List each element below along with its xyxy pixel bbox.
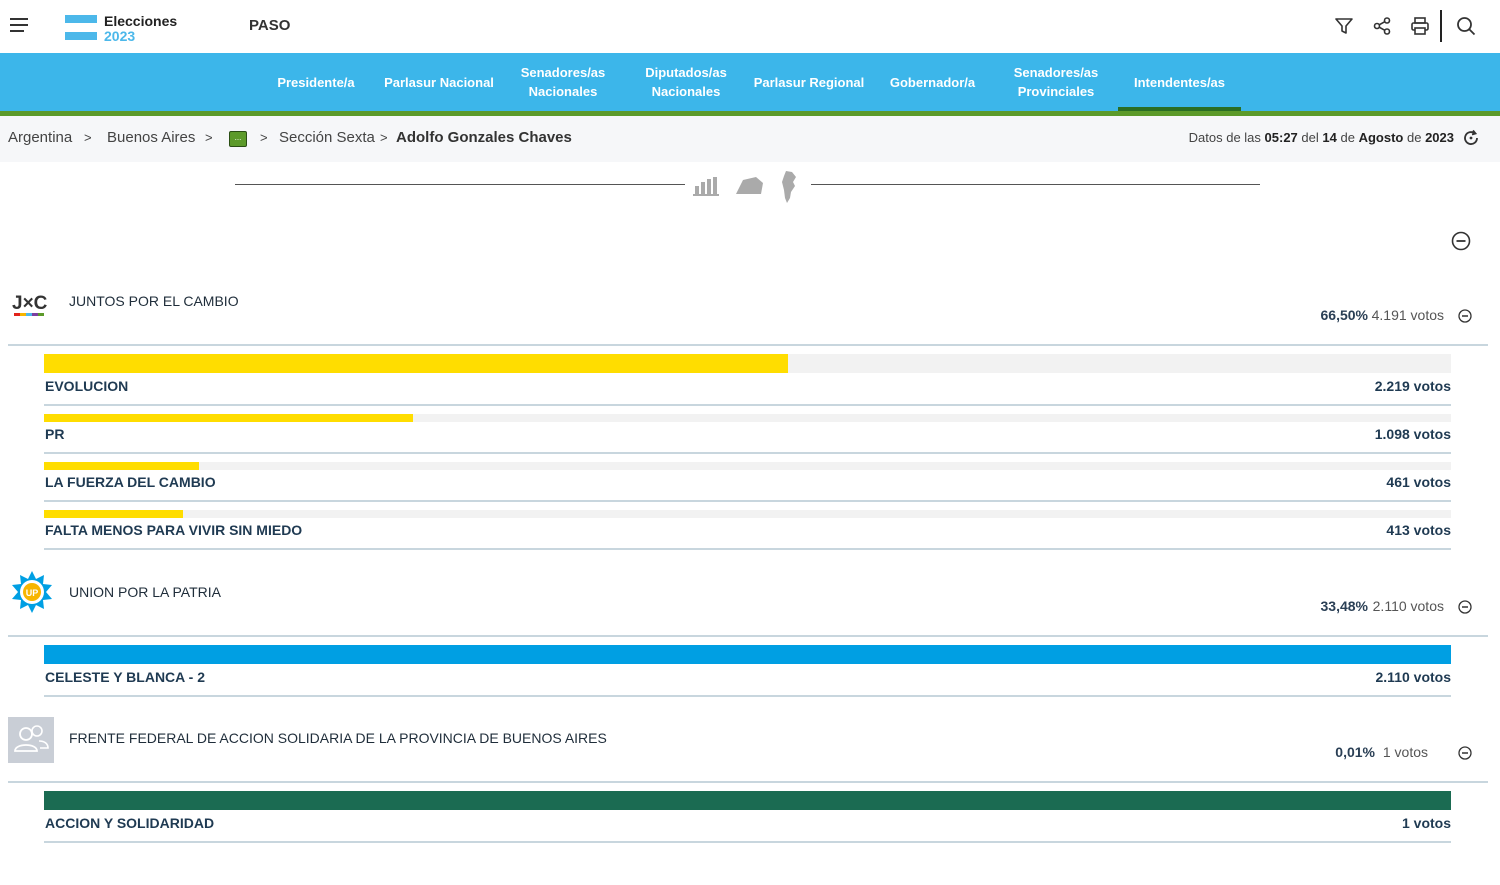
filter-icon[interactable] (1330, 12, 1358, 40)
top-bar: Elecciones 2023 PASO (0, 0, 1500, 53)
list-bar-fill (44, 462, 199, 470)
breadcrumb-collapsed-button[interactable]: ... (229, 131, 247, 147)
list-name: CELESTE Y BLANCA - 2 (45, 669, 205, 685)
list-bar-fill (44, 510, 184, 518)
breadcrumb-argentina[interactable]: Argentina (8, 129, 72, 146)
flag-icon (65, 15, 97, 41)
list-name: FALTA MENOS PARA VIVIR SIN MIEDO (45, 522, 303, 538)
party-votes: 2.110 votos (1372, 598, 1444, 614)
update-text: de (1406, 130, 1422, 145)
list-bar-fill (44, 645, 1451, 664)
list-bar-track (44, 510, 1451, 518)
party-percent: 33,48% (1320, 598, 1368, 614)
jxc-logo: J×C (10, 285, 54, 329)
search-icon[interactable] (1452, 12, 1480, 40)
list-bar-fill (44, 791, 1451, 810)
people-placeholder-icon (8, 717, 54, 763)
breadcrumb-buenos-aires[interactable]: Buenos Aires (107, 129, 195, 146)
party-name: UNION POR LA PATRIA (69, 584, 221, 600)
toolbar-divider (1440, 10, 1442, 42)
breadcrumb-separator: > (84, 130, 92, 145)
party-votes: 4.191 votos (1371, 307, 1444, 323)
update-text: del (1301, 130, 1319, 145)
collapse-party-icon[interactable] (1458, 746, 1472, 760)
breadcrumb-current: Adolfo Gonzales Chaves (396, 129, 572, 146)
tab-senadores-nacionales[interactable]: Senadores/as Nacionales (509, 53, 617, 111)
tab-presidente[interactable]: Presidente/a (266, 53, 366, 111)
party-name: JUNTOS POR EL CAMBIO (69, 293, 239, 309)
update-timestamp: Datos de las 05:27 del 14 de Agosto de 2… (1189, 130, 1454, 145)
update-year: 2023 (1425, 130, 1454, 145)
share-icon[interactable] (1368, 12, 1396, 40)
divider-line (235, 184, 685, 185)
breadcrumb-separator: > (380, 130, 388, 145)
list-votes: 2.219 votos (1374, 378, 1451, 394)
update-time: 05:27 (1264, 130, 1298, 145)
collapse-party-icon[interactable] (1458, 600, 1472, 614)
breadcrumb-separator: > (205, 130, 213, 145)
list-bar-fill (44, 354, 789, 373)
collapse-party-icon[interactable] (1458, 309, 1472, 323)
update-month: Agosto (1358, 130, 1404, 145)
party-name: FRENTE FEDERAL DE ACCION SOLIDARIA DE LA… (69, 730, 607, 746)
list-name: ACCION Y SOLIDARIDAD (45, 815, 215, 831)
list-divider (44, 695, 1451, 697)
collapse-all-icon[interactable] (1451, 231, 1471, 251)
uxp-logo-text: UP (26, 588, 39, 598)
list-bar-track (44, 462, 1451, 470)
list-bar-track (44, 414, 1451, 422)
toolbar-icons (1320, 10, 1480, 42)
jxc-logo-text: J×C (12, 293, 48, 314)
update-prefix: Datos de las (1188, 130, 1261, 145)
list-divider (44, 548, 1451, 550)
country-map-icon[interactable] (778, 170, 806, 203)
uxp-sun-logo: UP (10, 570, 54, 614)
print-icon[interactable] (1406, 12, 1434, 40)
update-text: de (1340, 130, 1355, 145)
party-divider (8, 635, 1488, 637)
logo-title: Elecciones (104, 13, 178, 29)
tab-gobernador[interactable]: Gobernador/a (880, 53, 985, 111)
party-divider (8, 344, 1488, 346)
list-bar-track (44, 354, 1451, 373)
breadcrumb-separator: > (260, 130, 268, 145)
list-name: EVOLUCION (45, 378, 129, 394)
list-bar-track (44, 645, 1451, 664)
list-name: PR (45, 426, 65, 442)
list-divider (44, 404, 1451, 406)
list-name: LA FUERZA DEL CAMBIO (45, 474, 216, 490)
breadcrumb-seccion[interactable]: Sección Sexta (279, 129, 375, 146)
divider-line (811, 184, 1260, 185)
bar-chart-icon[interactable] (692, 170, 720, 200)
category-nav: Presidente/a Parlasur Nacional Senadores… (0, 53, 1500, 111)
elecciones-logo[interactable]: Elecciones 2023 (65, 13, 185, 44)
party-percent: 0,01% (1335, 744, 1375, 760)
list-votes: 461 votos (1386, 474, 1451, 490)
logo-year: 2023 (104, 28, 136, 44)
election-type: PASO (249, 17, 291, 34)
list-bar-fill (44, 414, 413, 422)
list-divider (44, 452, 1451, 454)
tab-intendentes[interactable]: Intendentes/as (1118, 53, 1241, 111)
update-day: 14 (1322, 130, 1337, 145)
refresh-icon[interactable] (1462, 129, 1480, 147)
list-divider (44, 841, 1451, 843)
tab-parlasur-nacional[interactable]: Parlasur Nacional (376, 53, 502, 111)
list-votes: 2.110 votos (1375, 669, 1452, 685)
list-votes: 1.098 votos (1374, 426, 1451, 442)
map-region-icon[interactable] (734, 170, 766, 200)
tab-diputados-nacionales[interactable]: Diputados/as Nacionales (632, 53, 740, 111)
list-votes: 413 votos (1386, 522, 1451, 538)
party-votes: 1 votos (1382, 744, 1428, 760)
tab-parlasur-regional[interactable]: Parlasur Regional (746, 53, 872, 111)
tab-senadores-provinciales[interactable]: Senadores/as Provinciales (1002, 53, 1110, 111)
list-bar-track (44, 791, 1451, 810)
list-divider (44, 500, 1451, 502)
party-divider (8, 781, 1488, 783)
party-percent: 66,50% (1320, 307, 1368, 323)
menu-icon[interactable] (10, 18, 28, 34)
list-votes: 1 votos (1401, 815, 1451, 831)
